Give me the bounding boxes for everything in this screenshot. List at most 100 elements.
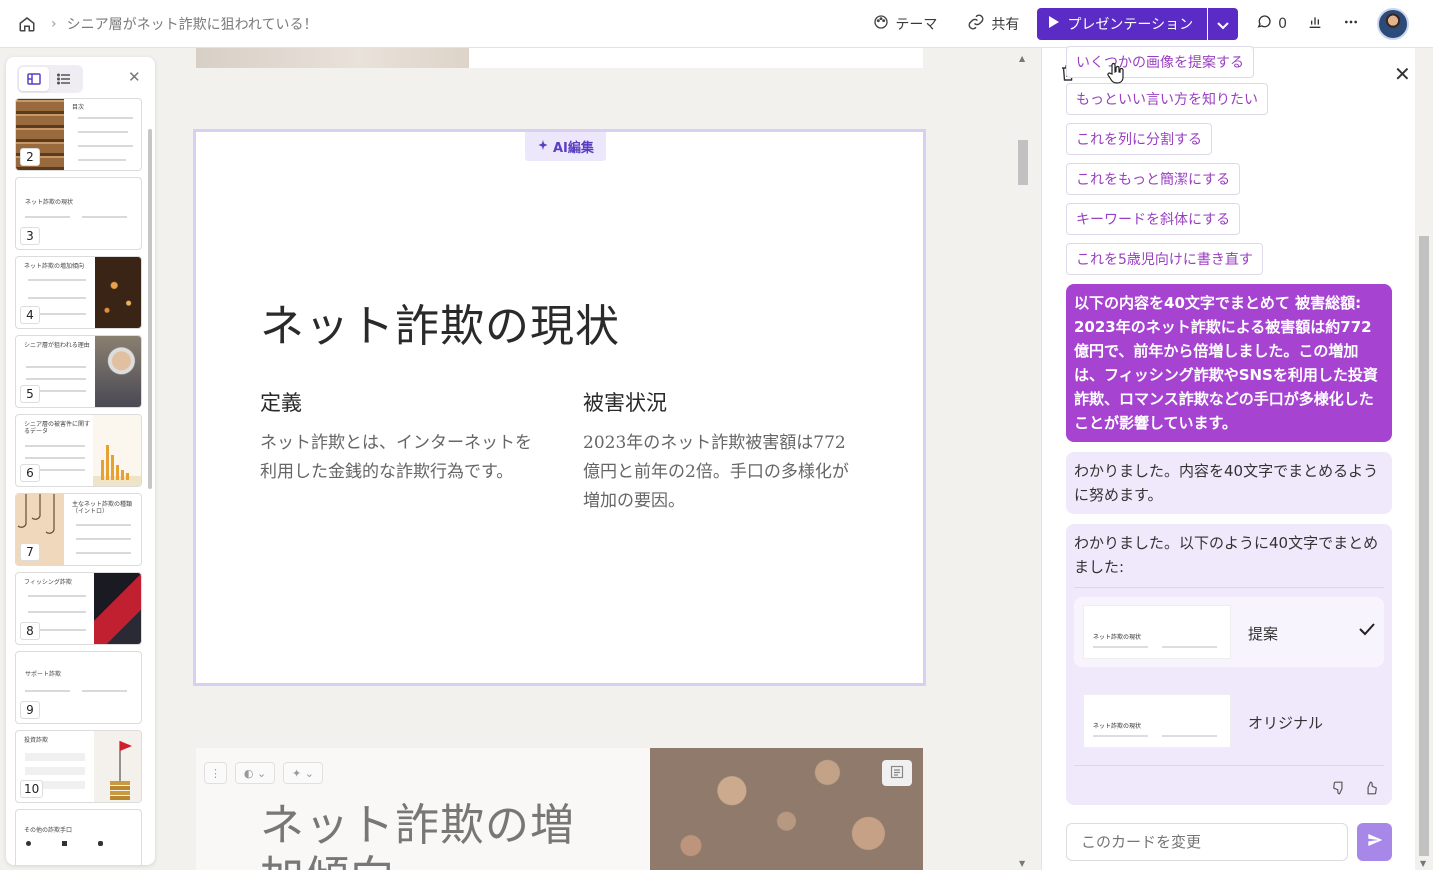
analytics-button[interactable] xyxy=(1297,8,1333,40)
ai-message: わかりました。内容を40文字でまとめるように努めます。 xyxy=(1066,452,1392,514)
chevron-right-icon: › xyxy=(51,15,57,32)
current-card[interactable]: AI編集 ネット詐欺の現状 定義 ネット詐欺とは、インターネットを利用した金銭的… xyxy=(193,129,926,686)
slide-thumbnail[interactable]: ネット詐欺の現状 3 xyxy=(15,177,142,250)
list-icon xyxy=(56,70,71,89)
thumbnail-title: ネット詐欺の現状 xyxy=(1093,634,1142,641)
grid-view-button[interactable] xyxy=(19,67,49,91)
suggestion-chip[interactable]: これを列に分割する xyxy=(1066,123,1212,155)
suggestion-chip[interactable]: キーワードを斜体にする xyxy=(1066,203,1241,235)
suggestion-chip[interactable]: これを5歳児向けに書き直す xyxy=(1066,243,1263,275)
next-card-title[interactable]: ネット詐欺の増加傾向 xyxy=(260,800,590,870)
coins-flag-image xyxy=(94,731,141,802)
more-button[interactable] xyxy=(1333,8,1369,40)
slide-thumbnail[interactable]: シニア層の被害件に関するデータ 6 xyxy=(15,414,142,487)
note-icon xyxy=(890,764,904,783)
slide-thumbnail[interactable]: ネット詐欺の増加傾向 4 xyxy=(15,256,142,329)
slide-thumbnail[interactable]: シニア層が狙われる理由 5 xyxy=(15,335,142,408)
comment-icon xyxy=(1256,14,1272,34)
thumbs-down-icon[interactable] xyxy=(1332,780,1346,799)
slide-number: 8 xyxy=(20,622,40,640)
theme-label: テーマ xyxy=(895,17,938,33)
thumbnail-title: ネット詐欺の現状 xyxy=(25,199,74,206)
slide-thumbnail[interactable]: フィッシング詐欺 8 xyxy=(15,572,142,645)
slide-number: 4 xyxy=(20,306,40,324)
vertical-dots-icon: ⋮ xyxy=(210,766,221,780)
original-thumbnail: ネット詐欺の現状 xyxy=(1083,694,1231,748)
damage-heading[interactable]: 被害状況 xyxy=(583,387,667,417)
ai-card-button[interactable]: ✦ ⌄ xyxy=(283,762,323,784)
present-button[interactable]: プレゼンテーション xyxy=(1037,8,1208,40)
present-dropdown-button[interactable] xyxy=(1208,8,1239,40)
slide-thumbnail[interactable]: 主なネット詐欺の種類（イントロ） 7 xyxy=(15,493,142,566)
thumbnail-title: 主なネット詐欺の種類（イントロ） xyxy=(72,501,133,515)
card-toolbar: ⋮ ◐ ⌄ ✦ ⌄ xyxy=(204,762,323,784)
link-icon xyxy=(967,13,985,35)
close-icon[interactable]: ✕ xyxy=(1394,62,1411,86)
canvas-scrollbar[interactable]: ▲ ▼ xyxy=(1017,52,1029,870)
scroll-thumb[interactable] xyxy=(1419,236,1429,856)
scroll-down-icon[interactable]: ▼ xyxy=(1019,859,1025,868)
original-option[interactable]: ネット詐欺の現状 オリジナル xyxy=(1074,686,1384,756)
slide-number: 5 xyxy=(20,385,40,403)
suggestion-chip[interactable]: もっといい言い方を知りたい xyxy=(1066,83,1268,115)
send-button[interactable] xyxy=(1357,823,1392,861)
play-icon xyxy=(1049,16,1060,32)
suggestion-chip[interactable]: これをもっと簡潔にする xyxy=(1066,163,1241,195)
card-title[interactable]: ネット詐欺の現状 xyxy=(260,290,620,354)
suggestion-chip[interactable]: いくつかの画像を提案する xyxy=(1066,46,1254,78)
ai-edit-label: AI編集 xyxy=(553,141,594,156)
thumbs-up-icon[interactable] xyxy=(1364,780,1378,799)
notes-button[interactable] xyxy=(882,760,912,786)
definition-heading[interactable]: 定義 xyxy=(260,387,302,417)
share-button[interactable]: 共有 xyxy=(957,7,1029,41)
divider xyxy=(1074,587,1384,588)
send-icon xyxy=(1367,832,1383,852)
slide-thumbnail[interactable]: サポート詐欺 9 xyxy=(15,651,142,724)
home-icon[interactable] xyxy=(17,14,37,34)
ai-message-text: わかりました。以下のように40文字でまとめました: xyxy=(1074,534,1379,576)
drag-handle[interactable]: ⋮ xyxy=(204,762,227,784)
phishing-screen-image xyxy=(94,573,141,644)
previous-card[interactable] xyxy=(196,48,923,68)
comments-count: 0 xyxy=(1278,16,1287,32)
thumbnail-scrollbar[interactable] xyxy=(148,129,152,489)
thumbnail-title: フィッシング詐欺 xyxy=(24,579,72,586)
ai-prompt-input[interactable] xyxy=(1066,823,1348,861)
thumbnail-title: シニア層が狙われる理由 xyxy=(24,342,90,349)
next-card[interactable]: ⋮ ◐ ⌄ ✦ ⌄ ネット詐欺の増加傾向 xyxy=(196,748,923,870)
damage-text[interactable]: 2023年のネット詐欺被害額は772億円と前年の2倍。手口の多様化が増加の要因。 xyxy=(583,429,851,516)
scroll-up-icon[interactable]: ▲ xyxy=(1019,54,1025,63)
ai-panel-scrollbar[interactable]: ▼ xyxy=(1418,48,1430,870)
slide-thumbnail[interactable]: その他の詐欺手口 xyxy=(15,809,142,865)
theme-button[interactable]: テーマ xyxy=(863,8,947,40)
check-icon xyxy=(1358,621,1376,640)
thumbnail-title: サポート詐欺 xyxy=(25,671,62,678)
comments-button[interactable]: 0 xyxy=(1246,8,1297,40)
definition-text[interactable]: ネット詐欺とは、インターネットを利用した金銭的な詐欺行為です。 xyxy=(260,429,540,487)
present-button-group: プレゼンテーション xyxy=(1037,8,1239,40)
avatar[interactable] xyxy=(1377,8,1409,40)
slide-number: 6 xyxy=(20,464,40,482)
close-icon[interactable]: ✕ xyxy=(128,68,141,86)
top-bar: › シニア層がネット詐欺に狙われている！ テーマ 共有 プレゼンテーション 0 xyxy=(0,0,1433,48)
scroll-down-icon[interactable]: ▼ xyxy=(1420,859,1426,868)
slide-thumbnail[interactable]: 目次 2 xyxy=(15,98,142,171)
slide-number: 9 xyxy=(20,701,40,719)
card-style-button[interactable]: ◐ ⌄ xyxy=(235,762,275,784)
more-horizontal-icon xyxy=(1343,14,1359,34)
chevron-down-icon xyxy=(1217,15,1229,34)
view-toggle xyxy=(17,65,83,93)
sparkle-icon: ✦ ⌄ xyxy=(292,766,314,780)
share-label: 共有 xyxy=(991,17,1020,33)
list-view-button[interactable] xyxy=(49,67,79,91)
scroll-thumb[interactable] xyxy=(1018,140,1028,185)
divider xyxy=(1074,765,1384,766)
breadcrumb-title[interactable]: シニア層がネット詐欺に狙われている！ xyxy=(67,14,318,34)
slide-thumbnail[interactable]: 投資詐欺 10 xyxy=(15,730,142,803)
proposal-label: 提案 xyxy=(1248,625,1279,643)
ai-edit-tag[interactable]: AI編集 xyxy=(525,132,606,161)
senior-man-image xyxy=(95,336,141,407)
proposal-option[interactable]: ネット詐欺の現状 提案 xyxy=(1074,597,1384,667)
thumbnail-title: シニア層の被害件に関するデータ xyxy=(24,421,91,435)
slide-number: 10 xyxy=(20,780,44,798)
